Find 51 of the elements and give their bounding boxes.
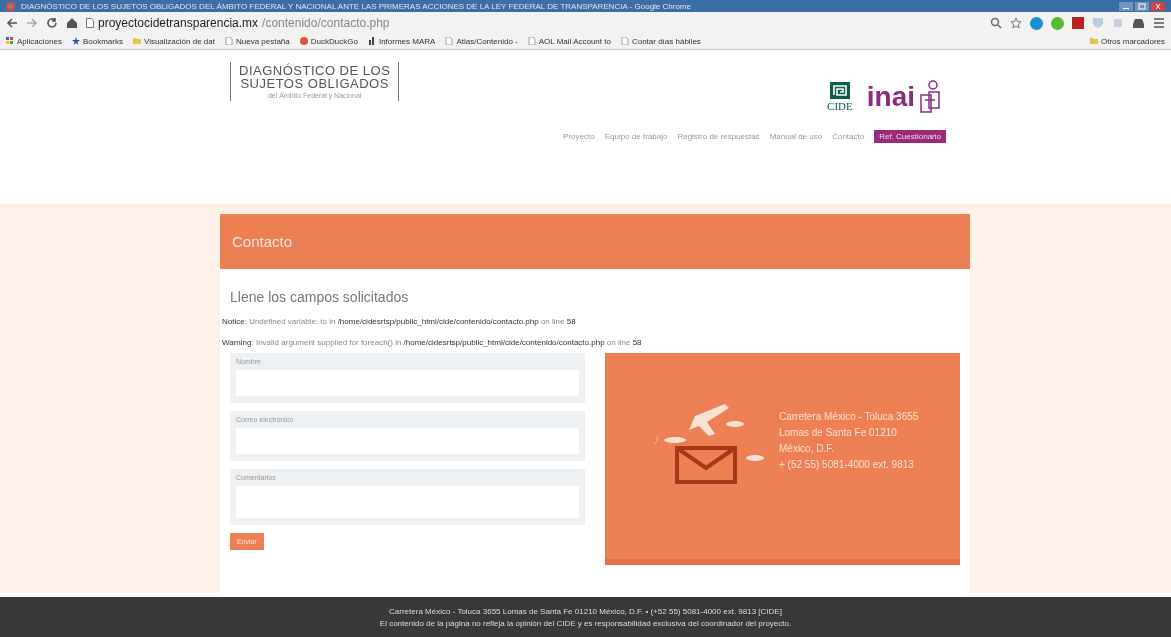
- forward-icon[interactable]: [26, 17, 38, 29]
- search-icon[interactable]: [990, 17, 1002, 29]
- folder-icon: [1089, 37, 1098, 45]
- back-icon[interactable]: [6, 17, 18, 29]
- apps-icon: [6, 37, 14, 45]
- bookmark-item[interactable]: Informes MARA: [367, 36, 436, 46]
- minimize-icon[interactable]: [1119, 1, 1133, 11]
- inai-logo-text: inai: [866, 83, 915, 111]
- menu-icon[interactable]: [1153, 17, 1165, 29]
- cide-logo-text: CIDE: [827, 100, 853, 112]
- bookmark-item[interactable]: Bookmarks: [71, 36, 123, 46]
- people-logo-icon: [919, 80, 941, 114]
- chrome-logo-icon: [6, 1, 15, 11]
- bookmark-item[interactable]: Visualización de dat: [132, 36, 215, 46]
- page-icon: [86, 18, 94, 28]
- bookmark-item[interactable]: Contar días hábiles: [620, 36, 701, 46]
- logo-title: SUJETOS OBLIGADOS: [240, 77, 389, 90]
- bookmark-item[interactable]: Aplicaciones: [6, 36, 62, 46]
- spiral-logo-icon: [829, 82, 850, 99]
- php-error-message: Warning: Invalid argument supplied for foreach() in /home/cidesrtsp/public_html/cide/contenido/contacto.php on line 58: [221, 338, 643, 347]
- bookmark-item[interactable]: DuckDuckGo: [299, 36, 358, 46]
- star-icon[interactable]: [1010, 17, 1022, 29]
- page-icon: [224, 37, 233, 45]
- footer-text: El contenido de la página no refleja la opinión del CIDE y es responsabilidad exclusiva del coordinador del proyecto.: [379, 618, 792, 628]
- address-line: Carretera México - Toluca 3655: [779, 410, 919, 424]
- address-line: + (52 55) 5081-4000 ext. 9813: [779, 458, 915, 472]
- form-instructions: Llene los campos solicitados: [229, 288, 410, 305]
- address-line: Lomas de Santa Fe 01210: [779, 426, 898, 440]
- folder-icon: [132, 37, 141, 45]
- restore-icon[interactable]: [1135, 1, 1149, 11]
- section-header: Contacto: [220, 214, 970, 269]
- page-icon: [445, 37, 454, 45]
- home-icon[interactable]: [66, 17, 78, 29]
- bookmark-item[interactable]: Atlas/Contenido -: [445, 36, 518, 46]
- address-line: México, D.F.: [779, 442, 835, 456]
- url-host[interactable]: proyectocidetransparencia.mx: [98, 16, 259, 30]
- bars-icon: [367, 37, 376, 45]
- page-icon: [620, 37, 629, 45]
- bookmark-item[interactable]: Nueva pestaña: [224, 36, 290, 46]
- duck-icon: [299, 37, 308, 45]
- php-error-message: Notice: Undefined variable: to in /home/cidesrtsp/public_html/cide/contenido/contacto.php on line 58: [221, 317, 577, 326]
- logo-title: DIAGNÓSTICO DE LOS: [239, 64, 391, 77]
- window-title: DIAGNÓSTICO DE LOS SUJETOS OBLIGADOS DEL ÁMBITO FEDERAL Y NACIONAL ANTE LAS PRIMERAS ACCIONES DE LA LEY FEDERAL DE TRANSPARENCIA - Google Chrome: [21, 1, 691, 11]
- close-icon[interactable]: [1151, 1, 1165, 11]
- footer-text: Carretera México - Toluca 3655 Lomas de Santa Fe 01210 México, D.F. • (+52 55) 5081-4000 ext. 9813 [CIDE]: [389, 606, 782, 616]
- reload-icon[interactable]: [46, 17, 58, 29]
- bookmark-item[interactable]: AOL Mail Account to: [527, 36, 611, 46]
- page-icon: [527, 37, 536, 45]
- star-icon: [71, 37, 80, 45]
- nav-button[interactable]: Ref. Cuestionario: [874, 130, 946, 143]
- other-bookmarks-item[interactable]: Otros marcadores: [1089, 36, 1165, 46]
